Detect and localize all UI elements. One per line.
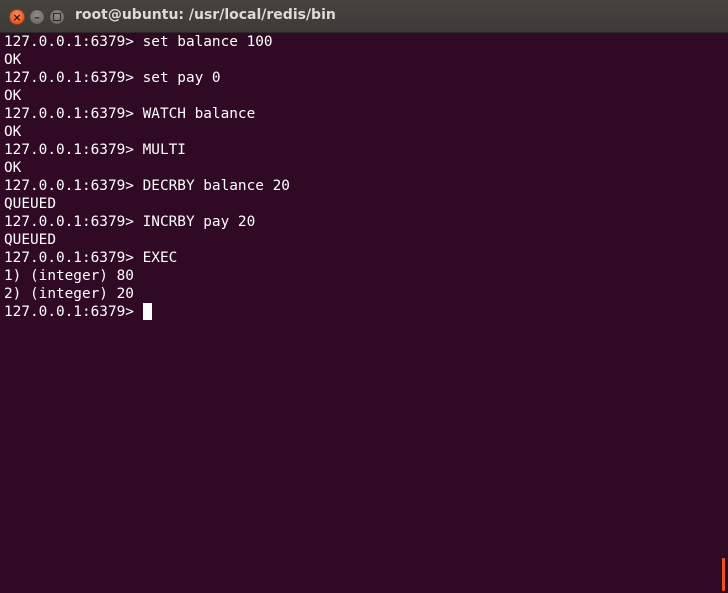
terminal-line: 127.0.0.1:6379> set pay 0: [4, 70, 221, 86]
terminal-line: OK: [4, 88, 22, 104]
terminal-line: OK: [4, 124, 22, 140]
text-cursor: [142, 303, 152, 320]
terminal-line: OK: [4, 52, 22, 68]
terminal-window: × – root@ubuntu: /usr/local/redis/bin 12…: [0, 0, 728, 593]
terminal-line: 127.0.0.1:6379> set balance 100: [4, 34, 273, 50]
terminal-line: QUEUED: [4, 196, 56, 212]
terminal-line: 127.0.0.1:6379> DECRBY balance 20: [4, 178, 290, 194]
maximize-icon[interactable]: [49, 9, 65, 25]
terminal-line: OK: [4, 160, 22, 176]
scrollbar-thumb[interactable]: [722, 558, 725, 591]
terminal-line: 127.0.0.1:6379> EXEC: [4, 250, 178, 266]
window-title: root@ubuntu: /usr/local/redis/bin: [75, 7, 336, 23]
minimize-icon[interactable]: –: [29, 9, 45, 25]
close-icon[interactable]: ×: [9, 9, 25, 25]
title-bar[interactable]: × – root@ubuntu: /usr/local/redis/bin: [0, 0, 728, 33]
prompt-text: 127.0.0.1:6379>: [4, 304, 143, 320]
terminal-line: 2) (integer) 20: [4, 286, 134, 302]
terminal-line: 127.0.0.1:6379> MULTI: [4, 142, 186, 158]
terminal-line: QUEUED: [4, 232, 56, 248]
prompt-line[interactable]: 127.0.0.1:6379>: [4, 303, 720, 321]
terminal-line: 127.0.0.1:6379> INCRBY pay 20: [4, 214, 256, 230]
scrollbar[interactable]: [720, 33, 728, 593]
terminal-output[interactable]: 127.0.0.1:6379> set balance 100 OK 127.0…: [0, 33, 720, 593]
terminal-line: 127.0.0.1:6379> WATCH balance: [4, 106, 256, 122]
terminal-line: 1) (integer) 80: [4, 268, 134, 284]
